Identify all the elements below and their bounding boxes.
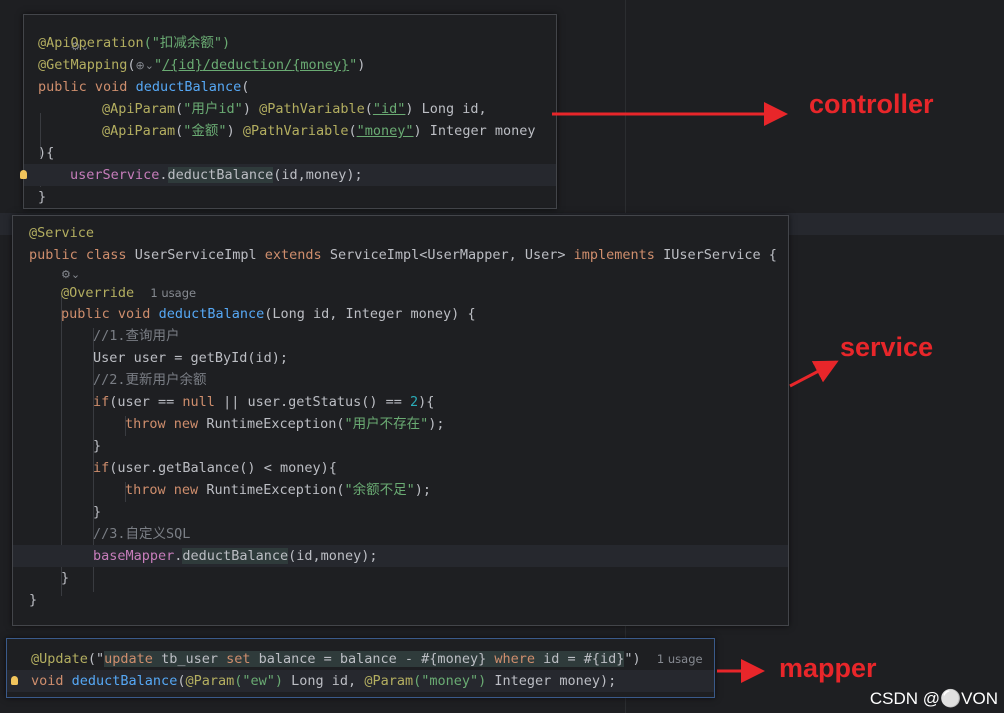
code-line: throw new RuntimeException("用户不存在");: [125, 416, 445, 432]
service-arrow: [789, 360, 839, 388]
code-comment: //2.更新用户余额: [93, 372, 207, 388]
code-line: }: [93, 438, 102, 454]
code-line: @Override 1 usage: [61, 285, 197, 301]
code-line: ){: [38, 145, 55, 161]
code-line-current: userService.deductBalance(id,money);: [24, 164, 556, 186]
lightbulb-icon[interactable]: [20, 170, 27, 179]
code-line: @ApiOperation("扣减余额"): [38, 35, 231, 51]
code-line-current: void deductBalance(@Param("ew") Long id,…: [7, 670, 714, 692]
code-line: }: [29, 592, 38, 608]
mapper-code-panel: @Update("update tb_user set balance = ba…: [6, 638, 715, 698]
code-comment: //1.查询用户: [93, 328, 180, 344]
code-line-current: baseMapper.deductBalance(id,money);: [13, 545, 788, 567]
gear-icon[interactable]: ⚙⌄: [61, 268, 80, 281]
code-line: }: [93, 504, 102, 520]
csdn-watermark: CSDN @⚪VON: [869, 689, 998, 708]
code-line: @ApiParam("金额") @PathVariable("money") I…: [102, 123, 536, 139]
globe-icon[interactable]: ⊕⌄: [136, 59, 154, 72]
code-line: User user = getById(id);: [93, 350, 289, 366]
code-line: @Update("update tb_user set balance = ba…: [31, 651, 703, 667]
service-code-panel: @Service public class UserServiceImpl ex…: [12, 215, 789, 626]
code-line: public void deductBalance(Long id, Integ…: [61, 306, 476, 322]
code-line: }: [38, 189, 47, 205]
code-line: if(user == null || user.getStatus() == 2…: [93, 394, 435, 410]
controller-label: controller: [809, 89, 934, 119]
code-line: @ApiParam("用户id") @PathVariable("id") Lo…: [102, 101, 487, 117]
code-comment: //3.自定义SQL: [93, 526, 191, 542]
code-line: public void deductBalance(: [38, 79, 250, 95]
code-line: @Service: [29, 225, 95, 241]
service-label: service: [840, 332, 934, 362]
controller-code-panel: ⚙⌄ @ApiOperation("扣减余额") @GetMapping(⊕⌄"…: [20, 14, 557, 209]
usage-hint[interactable]: 1 usage: [150, 286, 196, 300]
code-line: }: [61, 570, 70, 586]
lightbulb-icon[interactable]: [11, 676, 18, 685]
usage-hint[interactable]: 1 usage: [657, 652, 703, 666]
code-line: @GetMapping(⊕⌄"/{id}/deduction/{money}"): [38, 57, 366, 73]
mapper-label: mapper: [779, 653, 877, 683]
code-line: if(user.getBalance() < money){: [93, 460, 337, 476]
code-line: throw new RuntimeException("余额不足");: [125, 482, 432, 498]
